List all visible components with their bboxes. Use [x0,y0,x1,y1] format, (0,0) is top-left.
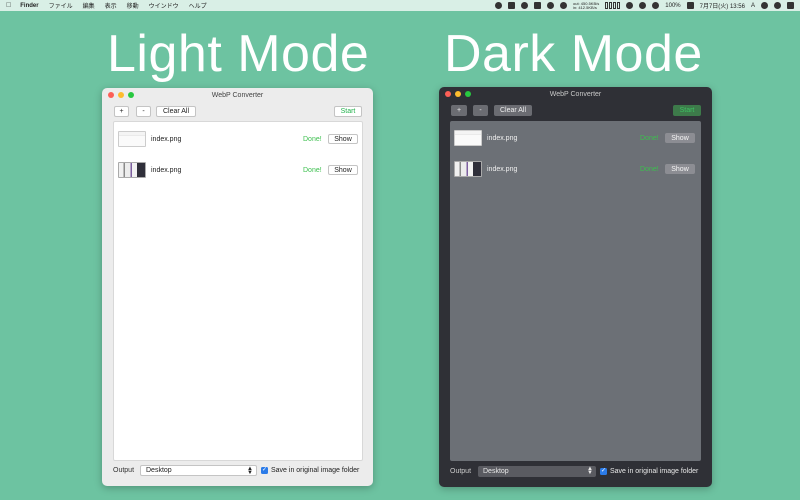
net-down-label: in: [573,4,578,10]
zoom-button[interactable] [128,92,134,98]
remove-button[interactable]: - [136,106,151,117]
output-select[interactable]: Desktop ▲ ▼ [140,465,257,476]
start-button[interactable]: Start [673,105,701,116]
file-thumbnail [454,130,482,146]
light-mode-window: WebP Converter + - Clear All Start index… [102,88,373,486]
footer: Output Desktop ▲ ▼ ✓ Save in original ima… [102,465,373,477]
minimize-button[interactable] [455,91,461,97]
cloud-storage-icon[interactable] [626,2,634,9]
save-original-label[interactable]: Save in original image folder [610,468,698,475]
file-thumbnail [118,131,146,147]
clear-all-button[interactable]: Clear All [494,105,532,116]
network-monitor[interactable]: out: 450.5KB/s in: 412.5KB/s [573,1,599,10]
menu-window[interactable]: ウインドウ [149,1,179,10]
list-item[interactable]: index.png Done! Show [114,129,362,149]
output-value: Desktop [483,468,509,475]
window-title: WebP Converter [211,91,264,99]
menu-view[interactable]: 表示 [105,1,117,10]
file-list[interactable]: index.png Done! Show index.png Done! Sho… [450,121,701,461]
chevron-updown-icon: ▲ ▼ [247,466,253,476]
output-select[interactable]: Desktop ▲ ▼ [478,466,596,477]
cloud-icon[interactable] [547,2,554,9]
title-bar[interactable]: WebP Converter [439,87,712,101]
footer: Output Desktop ▲ ▼ ✓ Save in original ima… [439,466,712,478]
menu-go[interactable]: 移動 [127,1,139,10]
traffic-lights [108,92,134,98]
list-item[interactable]: index.png Done! Show [114,160,362,180]
apple-icon[interactable]:  [6,2,11,9]
show-button[interactable]: Show [328,134,358,144]
output-value: Desktop [146,467,172,474]
show-button[interactable]: Show [665,133,695,143]
menu-bar:  Finder ファイル 編集 表示 移動 ウインドウ ヘルプ out: 45… [0,0,800,11]
add-button[interactable]: + [114,106,129,117]
siri-icon[interactable] [774,2,781,9]
wifi-icon[interactable] [652,2,660,9]
spotlight-icon[interactable] [761,2,768,9]
output-label: Output [113,467,135,474]
window-title: WebP Converter [549,90,602,98]
add-button[interactable]: + [451,105,467,116]
toolbar: + - Clear All Start [102,106,373,118]
status-app-icon[interactable] [495,2,502,9]
time-machine-icon[interactable] [639,2,647,9]
menu-edit[interactable]: 編集 [83,1,95,10]
save-original-checkbox[interactable]: ✓ [261,467,268,474]
list-item[interactable]: index.png Done! Show [450,128,701,148]
input-method-icon[interactable]: A [751,3,755,9]
zoom-button[interactable] [465,91,471,97]
file-thumbnail [118,162,146,178]
menu-help[interactable]: ヘルプ [189,1,207,10]
remove-button[interactable]: - [473,105,488,116]
show-button[interactable]: Show [665,164,695,174]
file-name: index.png [487,134,518,142]
dark-mode-heading: Dark Mode [444,25,703,83]
battery-percent[interactable]: 100% [665,3,680,9]
cpu-meter-icon[interactable] [605,2,621,9]
chevron-updown-icon: ▲ ▼ [587,466,593,476]
window-icon[interactable] [534,2,541,9]
dropbox-icon[interactable] [508,2,515,9]
save-original-label[interactable]: Save in original image folder [271,467,359,474]
clock[interactable]: 7月7日(火) 13:56 [700,1,745,10]
shield-icon[interactable] [560,2,567,9]
status-label: Done! [640,134,659,142]
file-name: index.png [151,135,182,143]
traffic-lights [445,91,471,97]
clear-all-button[interactable]: Clear All [156,106,196,117]
notification-center-icon[interactable] [787,2,794,9]
status-label: Done! [303,135,322,143]
menu-finder[interactable]: Finder [20,3,38,9]
net-down-value: 412.5KB/s [578,4,597,10]
minimize-button[interactable] [118,92,124,98]
save-original-checkbox[interactable]: ✓ [600,468,607,475]
title-bar[interactable]: WebP Converter [102,88,373,102]
status-label: Done! [640,165,659,173]
dark-mode-window: WebP Converter + - Clear All Start index… [439,87,712,487]
menu-file[interactable]: ファイル [49,1,73,10]
battery-icon[interactable] [686,2,694,9]
light-mode-heading: Light Mode [107,25,370,83]
toolbar: + - Clear All Start [439,105,712,117]
close-button[interactable] [445,91,451,97]
output-label: Output [450,468,472,475]
file-list[interactable]: index.png Done! Show index.png Done! Sho… [113,121,363,461]
show-button[interactable]: Show [328,165,358,175]
start-button[interactable]: Start [334,106,362,117]
file-thumbnail [454,161,482,177]
file-name: index.png [487,165,518,173]
sync-icon[interactable] [521,2,528,9]
list-item[interactable]: index.png Done! Show [450,159,701,179]
file-name: index.png [151,166,182,174]
close-button[interactable] [108,92,114,98]
status-area: out: 450.5KB/s in: 412.5KB/s 100% 7月7日(火… [495,1,794,10]
status-label: Done! [303,166,322,174]
